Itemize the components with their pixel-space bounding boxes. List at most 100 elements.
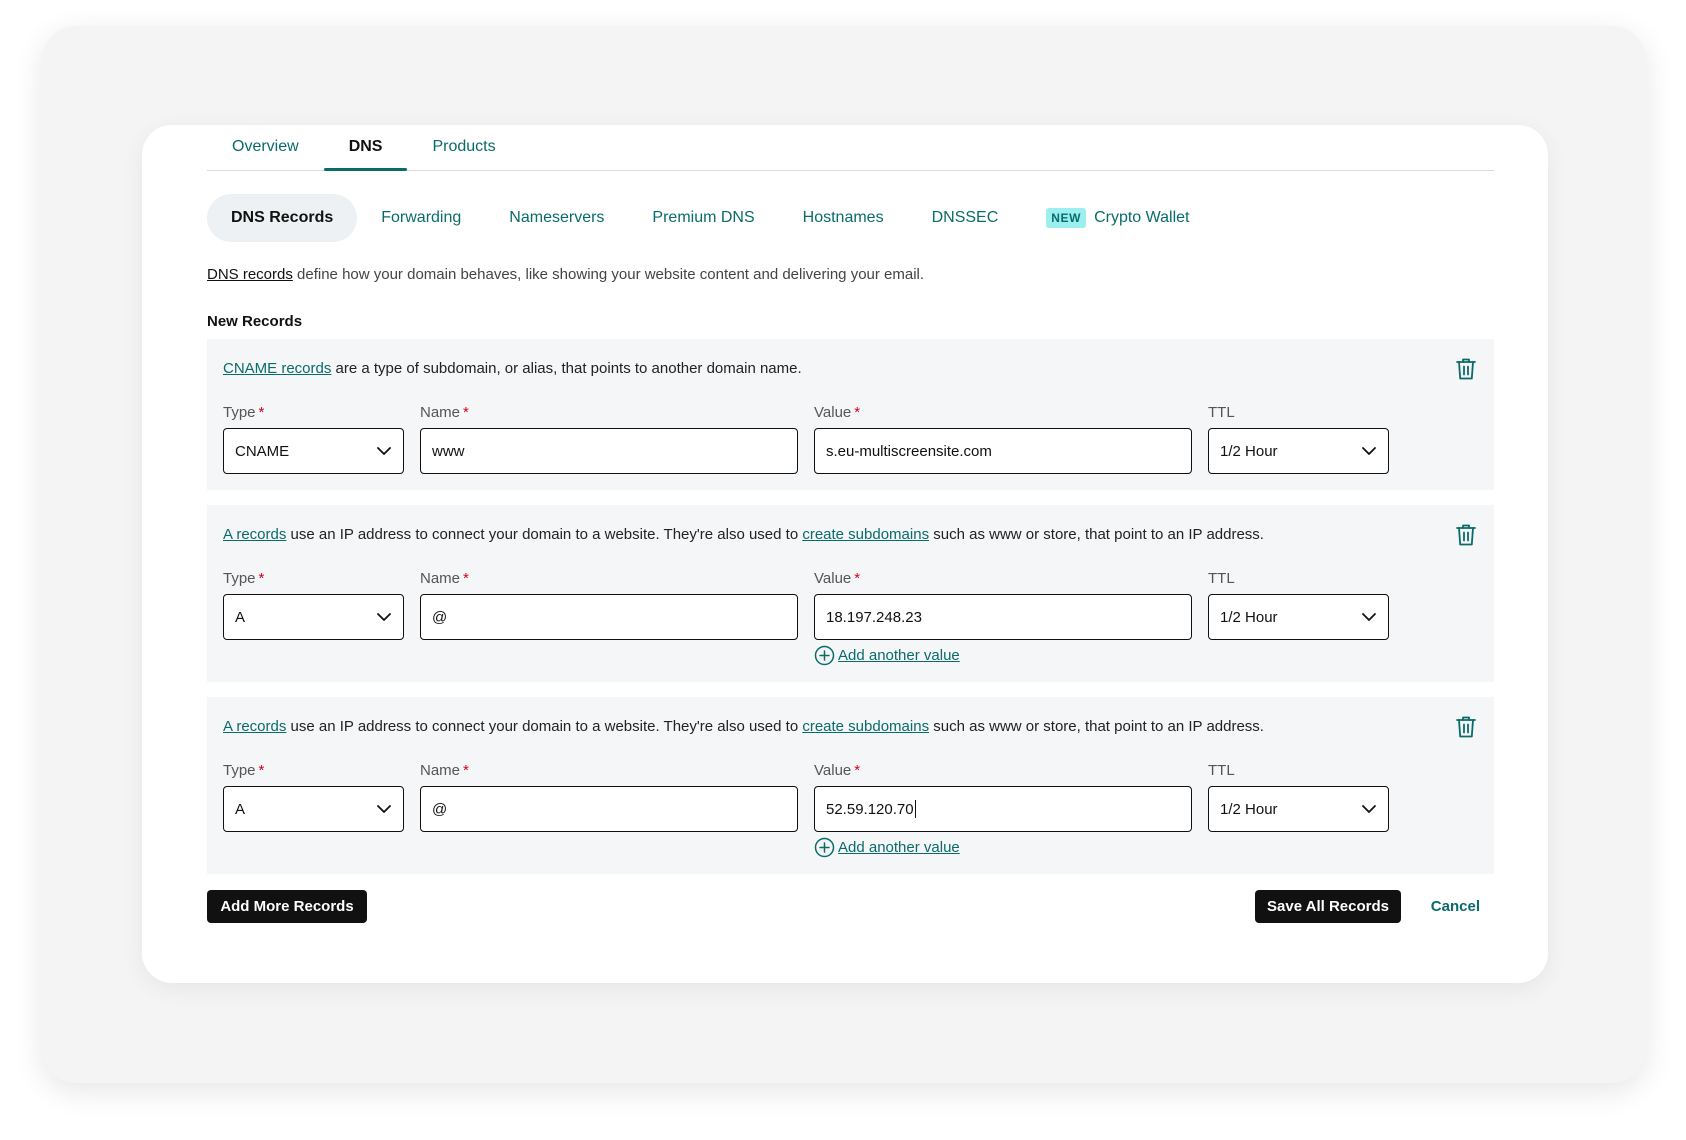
text-cursor bbox=[914, 800, 916, 818]
tab-dns[interactable]: DNS bbox=[323, 138, 408, 171]
value-label: Value * bbox=[814, 762, 861, 779]
chevron-down-icon bbox=[1362, 613, 1376, 621]
type-select[interactable]: CNAME bbox=[223, 428, 404, 474]
value-field: Value * s.eu-multiscreensite.com bbox=[814, 404, 1192, 474]
name-field: Name * @ bbox=[420, 762, 798, 858]
required-mark: * bbox=[854, 762, 861, 779]
type-select-value: A bbox=[235, 800, 246, 818]
subtab-premium-dns[interactable]: Premium DNS bbox=[628, 194, 778, 242]
tab-products[interactable]: Products bbox=[407, 138, 520, 170]
tab-overview[interactable]: Overview bbox=[207, 138, 324, 170]
chevron-down-icon bbox=[377, 447, 391, 455]
record-description-text: are a type of subdomain, or alias, that … bbox=[331, 360, 802, 377]
ttl-field: TTL 1/2 Hour bbox=[1208, 570, 1389, 666]
chevron-down-icon bbox=[1362, 447, 1376, 455]
create-subdomains-link[interactable]: create subdomains bbox=[802, 718, 929, 735]
record-fields: Type * A Name * @ Value * 18.197.248.23 Add bbox=[223, 570, 1478, 666]
value-input[interactable]: 18.197.248.23 bbox=[814, 594, 1192, 640]
intro-description: define how your domain behaves, like sho… bbox=[292, 266, 925, 283]
subtab-hostnames[interactable]: Hostnames bbox=[779, 194, 908, 242]
ttl-select-value: 1/2 Hour bbox=[1220, 442, 1278, 460]
name-field: Name * www bbox=[420, 404, 798, 474]
record-description: A records use an IP address to connect y… bbox=[223, 718, 1264, 735]
form-actions: Add More Records Save All Records Cancel bbox=[207, 890, 1494, 923]
required-mark: * bbox=[258, 404, 265, 421]
subtab-nameservers[interactable]: Nameservers bbox=[485, 194, 628, 242]
name-label: Name * bbox=[420, 404, 469, 421]
ttl-select-value: 1/2 Hour bbox=[1220, 800, 1278, 818]
ttl-select[interactable]: 1/2 Hour bbox=[1208, 594, 1389, 640]
name-label: Name * bbox=[420, 762, 469, 779]
subtab-forwarding[interactable]: Forwarding bbox=[357, 194, 485, 242]
value-field: Value * 52.59.120.70 Add another value bbox=[814, 762, 1192, 858]
subtab-crypto-wallet[interactable]: NEW Crypto Wallet bbox=[1022, 194, 1213, 242]
add-more-records-button[interactable]: Add More Records bbox=[207, 890, 367, 923]
trash-icon[interactable] bbox=[1455, 523, 1477, 547]
ttl-field: TTL 1/2 Hour bbox=[1208, 404, 1389, 474]
type-select-value: A bbox=[235, 608, 246, 626]
record-row: A records use an IP address to connect y… bbox=[207, 697, 1494, 874]
dns-records-link[interactable]: DNS records bbox=[207, 266, 293, 283]
type-field: Type * A bbox=[223, 762, 404, 858]
name-input[interactable]: www bbox=[420, 428, 798, 474]
card-content: Overview DNS Products DNS Records Forwar… bbox=[207, 125, 1494, 923]
ttl-select[interactable]: 1/2 Hour bbox=[1208, 428, 1389, 474]
record-fields: Type * A Name * @ Value * 52.59.120.70 Add … bbox=[223, 762, 1478, 858]
chevron-down-icon bbox=[377, 613, 391, 621]
record-description: CNAME records are a type of subdomain, o… bbox=[223, 359, 1478, 379]
required-mark: * bbox=[258, 762, 265, 779]
required-mark: * bbox=[258, 570, 265, 587]
new-records-title: New Records bbox=[207, 313, 303, 330]
ttl-label: TTL bbox=[1208, 404, 1235, 421]
chevron-down-icon bbox=[377, 805, 391, 813]
subtab-crypto-wallet-label: Crypto Wallet bbox=[1094, 209, 1190, 226]
ttl-label: TTL bbox=[1208, 762, 1235, 779]
value-label: Value * bbox=[814, 570, 861, 587]
name-input[interactable]: @ bbox=[420, 594, 798, 640]
required-mark: * bbox=[463, 404, 469, 421]
type-label: Type * bbox=[223, 762, 265, 779]
name-input[interactable]: @ bbox=[420, 786, 798, 832]
record-help-link[interactable]: A records bbox=[223, 526, 286, 543]
value-input[interactable]: 52.59.120.70 bbox=[814, 786, 1192, 832]
trash-icon[interactable] bbox=[1455, 715, 1477, 739]
type-field: Type * CNAME bbox=[223, 404, 404, 474]
value-label: Value * bbox=[814, 404, 861, 421]
ttl-select[interactable]: 1/2 Hour bbox=[1208, 786, 1389, 832]
record-fields: Type * CNAME Name * www Value * s.eu-multis… bbox=[223, 404, 1478, 474]
value-input[interactable]: s.eu-multiscreensite.com bbox=[814, 428, 1192, 474]
record-row: CNAME records are a type of subdomain, o… bbox=[207, 339, 1494, 490]
add-another-value-link[interactable]: Add another value bbox=[814, 837, 1192, 858]
intro-text: DNS records define how your domain behav… bbox=[207, 266, 1494, 283]
record-help-link[interactable]: A records bbox=[223, 718, 286, 735]
type-select[interactable]: A bbox=[223, 786, 404, 832]
type-select[interactable]: A bbox=[223, 594, 404, 640]
record-help-link[interactable]: CNAME records bbox=[223, 360, 331, 377]
value-field: Value * 18.197.248.23 Add another value bbox=[814, 570, 1192, 666]
required-mark: * bbox=[854, 404, 861, 421]
type-label: Type * bbox=[223, 404, 265, 421]
create-subdomains-link[interactable]: create subdomains bbox=[802, 526, 929, 543]
new-badge: NEW bbox=[1046, 208, 1087, 228]
plus-circle-icon bbox=[814, 645, 835, 666]
required-mark: * bbox=[463, 762, 469, 779]
type-select-value: CNAME bbox=[235, 442, 290, 460]
subtab-dns-records[interactable]: DNS Records bbox=[207, 194, 358, 242]
name-field: Name * @ bbox=[420, 570, 798, 666]
type-field: Type * A bbox=[223, 570, 404, 666]
trash-icon[interactable] bbox=[1455, 357, 1477, 381]
top-tab-bar: Overview DNS Products bbox=[207, 125, 1494, 171]
ttl-select-value: 1/2 Hour bbox=[1220, 608, 1278, 626]
add-another-value-link[interactable]: Add another value bbox=[814, 645, 1192, 666]
dns-card: Overview DNS Products DNS Records Forwar… bbox=[142, 125, 1548, 983]
ttl-field: TTL 1/2 Hour bbox=[1208, 762, 1389, 858]
name-label: Name * bbox=[420, 570, 469, 587]
record-description: A records use an IP address to connect y… bbox=[223, 526, 1264, 543]
cancel-button[interactable]: Cancel bbox=[1431, 890, 1480, 923]
save-all-records-button[interactable]: Save All Records bbox=[1255, 890, 1401, 923]
type-label: Type * bbox=[223, 570, 265, 587]
plus-circle-icon bbox=[814, 837, 835, 858]
subtab-dnssec[interactable]: DNSSEC bbox=[908, 194, 1023, 242]
chevron-down-icon bbox=[1362, 805, 1376, 813]
required-mark: * bbox=[463, 570, 469, 587]
